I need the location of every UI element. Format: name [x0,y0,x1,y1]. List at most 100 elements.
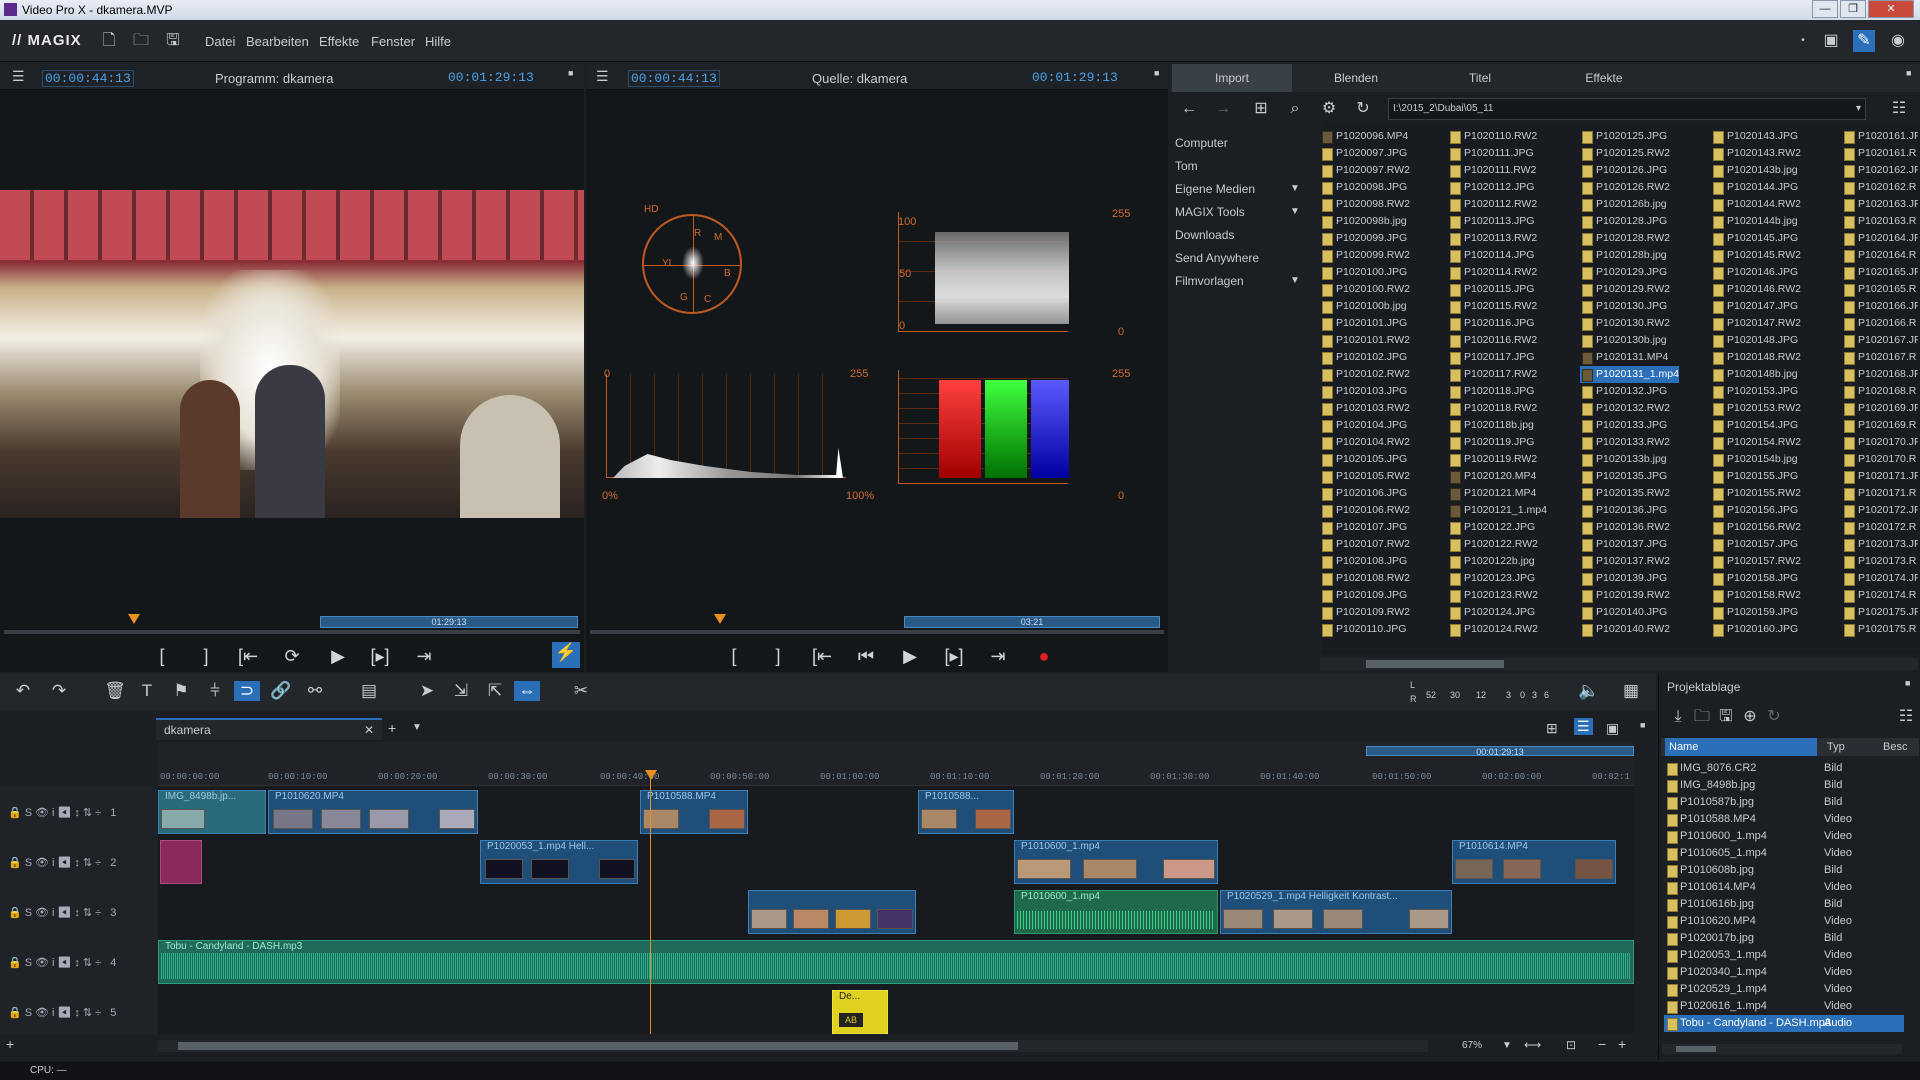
timeline-view-icon[interactable]: ☰ [1574,718,1593,735]
clip-p1010588-b[interactable]: P1010588... [918,790,1014,834]
file-item[interactable]: P1020143.RW2 [1711,145,1801,162]
menu-effekte[interactable]: Effekte [319,34,359,49]
file-item[interactable]: P1020123.RW2 [1448,587,1547,604]
program-scrub-line[interactable] [4,630,580,634]
program-playhead-marker[interactable] [128,614,140,624]
file-item[interactable]: P1020155.JPG [1711,468,1801,485]
file-item[interactable]: P1020169.R [1842,417,1918,434]
file-item[interactable]: P1020118.JPG [1448,383,1547,400]
file-item[interactable]: P1020114.JPG [1448,247,1547,264]
file-item[interactable]: P1020135.RW2 [1580,485,1679,502]
clip-title[interactable]: De... AB [832,990,888,1034]
file-item[interactable]: P1020148b.jpg [1711,366,1801,383]
file-item[interactable]: P1020162.JP [1842,162,1918,179]
add-tab-icon[interactable]: + [388,720,396,736]
file-item[interactable]: P1020155.RW2 [1711,485,1801,502]
view-options-icon[interactable]: ☷ [1888,98,1910,120]
nav-tom[interactable]: Tom [1175,159,1198,173]
new-file-icon[interactable]: 🗋 [98,30,120,52]
file-item[interactable]: P1020098b.jpg [1320,213,1410,230]
file-item[interactable]: P1020108.RW2 [1320,570,1410,587]
file-item[interactable]: P1020171.JP [1842,468,1918,485]
file-item[interactable]: P1020146.JPG [1711,264,1801,281]
clip-p1010588[interactable]: P1010588.MP4 [640,790,748,834]
file-item[interactable]: P1020096.MP4 [1320,128,1410,145]
open-folder-icon[interactable]: 🗀 [130,30,152,52]
source-menu-icon[interactable]: ☰ [596,68,609,85]
nav-send-anywhere[interactable]: Send Anywhere [1175,251,1259,265]
file-item[interactable]: P1020109.RW2 [1320,604,1410,621]
file-item[interactable]: P1020159.JPG [1711,604,1801,621]
file-item[interactable]: P1020139.RW2 [1580,587,1679,604]
file-item[interactable]: P1020118.RW2 [1448,400,1547,417]
file-item[interactable]: P1020130.RW2 [1580,315,1679,332]
goto-out-button[interactable]: [▸] [366,646,394,667]
speaker-icon[interactable]: 🔈 [1576,681,1602,701]
track-header-5[interactable]: 🔒S👁i◀↕⇅÷ 5 [8,1006,156,1026]
source-prev-frame-button[interactable]: ⏮ [852,646,880,667]
monitor-layout-icon[interactable]: ▣ [1820,30,1842,52]
storyboard-view-icon[interactable]: ⊞ [1546,720,1558,737]
menu-bearbeiten[interactable]: Bearbeiten [246,34,309,49]
source-seek-bar[interactable]: 03:21 [904,616,1160,628]
search-icon[interactable]: ⌕ [1284,98,1306,120]
file-item[interactable]: P1020126.JPG [1580,162,1679,179]
file-item[interactable]: P1020144b.jpg [1711,213,1801,230]
file-item[interactable]: P1020121.MP4 [1448,485,1547,502]
zoom-dropdown-icon[interactable]: ▼ [1502,1040,1512,1051]
file-item[interactable]: P1020154.JPG [1711,417,1801,434]
file-item[interactable]: P1020125.JPG [1580,128,1679,145]
marker-flag-icon[interactable]: ⚑ [168,681,194,701]
file-item[interactable]: P1020143b.jpg [1711,162,1801,179]
file-item[interactable]: P1020112.RW2 [1448,196,1547,213]
file-item[interactable]: P1020099.JPG [1320,230,1410,247]
source-mark-out-button[interactable]: ] [764,646,792,667]
file-item[interactable]: P1020147.RW2 [1711,315,1801,332]
project-row[interactable]: P1010608b.jpg Bild [1664,862,1904,879]
clip-p1020053[interactable]: P1020053_1.mp4 Hell... [480,840,638,884]
file-item[interactable]: P1020163.R [1842,213,1918,230]
file-item[interactable]: P1020160.JPG [1711,621,1801,638]
file-item[interactable]: P1020126b.jpg [1580,196,1679,213]
file-item[interactable]: P1020137.RW2 [1580,553,1679,570]
panel-maximize-icon[interactable]: ■ [1906,68,1911,78]
expand-arrow-icon[interactable]: ▼ [1290,275,1300,286]
back-arrow-icon[interactable]: ← [1178,98,1200,120]
file-item[interactable]: P1020102.RW2 [1320,366,1410,383]
nav-magix-tools[interactable]: MAGIX Tools [1175,205,1245,219]
monitor-menu-icon[interactable]: ☰ [12,68,25,85]
split-icon[interactable]: ⫩ [202,681,228,701]
file-item[interactable]: P1020097.RW2 [1320,162,1410,179]
file-item[interactable]: P1020109.JPG [1320,587,1410,604]
file-item[interactable]: P1020145.JPG [1711,230,1801,247]
file-item[interactable]: P1020100.JPG [1320,264,1410,281]
file-item[interactable]: P1020114.RW2 [1448,264,1547,281]
project-row[interactable]: P1010588.MP4 Video [1664,811,1904,828]
file-item[interactable]: P1020118b.jpg [1448,417,1547,434]
zoom-in-icon[interactable]: + [1618,1036,1626,1052]
col-besc[interactable]: Besc [1883,738,1907,756]
file-item[interactable]: P1020115.RW2 [1448,298,1547,315]
menu-datei[interactable]: Datei [205,34,235,49]
file-item[interactable]: P1020161.R [1842,145,1918,162]
file-item[interactable]: P1020099.RW2 [1320,247,1410,264]
range-tool-icon[interactable]: ⇔ [514,681,540,701]
file-item[interactable]: P1020154.RW2 [1711,434,1801,451]
file-item[interactable]: P1020111.JPG [1448,145,1547,162]
scene-view-icon[interactable]: ▣ [1606,720,1619,737]
project-row[interactable]: P1010614.MP4 Video [1664,879,1904,896]
undo-icon[interactable]: ↶ [10,681,36,701]
col-typ[interactable]: Typ [1827,738,1845,756]
file-item[interactable]: P1020175.JP [1842,604,1918,621]
file-item[interactable]: P1020116.JPG [1448,315,1547,332]
goto-end-button[interactable]: ⇥ [410,646,438,667]
file-item[interactable]: P1020131.MP4 [1580,349,1679,366]
zoom-level[interactable]: 67% [1462,1040,1482,1051]
project-hscroll[interactable] [1662,1044,1902,1054]
file-item[interactable]: P1020163.JP [1842,196,1918,213]
file-item[interactable]: P1020128.JPG [1580,213,1679,230]
nav-filmvorlagen[interactable]: Filmvorlagen [1175,274,1244,288]
close-tab-icon[interactable]: ✕ [364,723,374,737]
track-header-4[interactable]: 🔒S👁i◀↕⇅÷ 4 [8,956,156,976]
file-item[interactable]: P1020175.R [1842,621,1918,638]
